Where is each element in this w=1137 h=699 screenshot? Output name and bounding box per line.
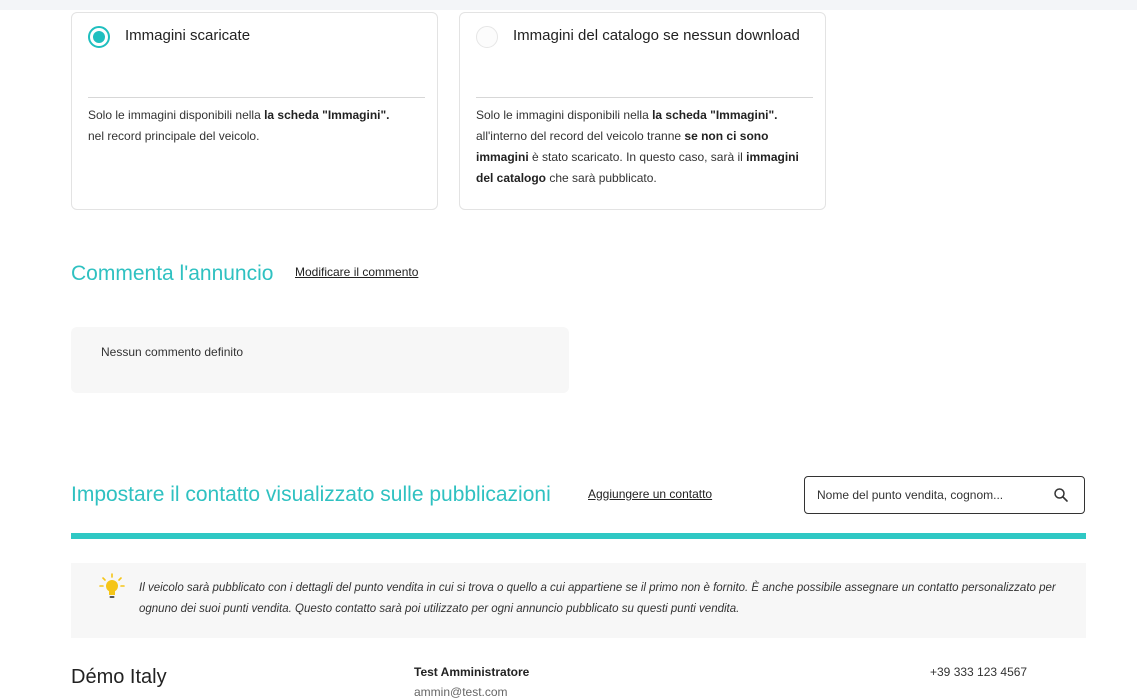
option-title: Immagini scaricate <box>125 27 251 44</box>
contact-email: ammin@test.com <box>414 685 508 699</box>
section-accent-bar <box>71 533 1086 539</box>
lightbulb-icon <box>99 573 125 598</box>
comment-box: Nessun commento definito <box>71 327 569 393</box>
comment-section-title: Commenta l'annuncio <box>71 262 274 285</box>
empty-comment-text: Nessun commento definito <box>101 345 244 359</box>
contact-name: Test Amministratore <box>414 665 530 679</box>
top-bar <box>0 0 1137 10</box>
info-box: Il veicolo sarà pubblicato con i dettagl… <box>71 563 1086 638</box>
divider <box>88 97 425 98</box>
option-card-catalog-images[interactable]: Immagini del catalogo se nessun download… <box>459 12 826 210</box>
option-description: Solo le immagini disponibili nella la sc… <box>88 108 390 143</box>
option-title: Immagini del catalogo se nessun download <box>513 27 800 44</box>
add-contact-link[interactable]: Aggiungere un contatto <box>588 487 712 501</box>
contact-section-title: Impostare il contatto visualizzato sulle… <box>71 483 551 506</box>
edit-comment-link[interactable]: Modificare il commento <box>295 265 418 279</box>
divider <box>476 97 813 98</box>
radio-downloaded-images[interactable] <box>88 26 110 48</box>
contact-phone: +39 333 123 4567 <box>930 665 1028 679</box>
point-of-sale-name: Démo Italy <box>71 666 167 688</box>
search-placeholder: Nome del punto vendita, cognom... <box>817 488 1004 502</box>
search-input[interactable]: Nome del punto vendita, cognom... <box>804 476 1085 514</box>
radio-catalog-images[interactable] <box>476 26 498 48</box>
option-card-downloaded-images[interactable]: Immagini scaricate Solo le immagini disp… <box>71 12 438 210</box>
search-icon[interactable] <box>1053 487 1069 503</box>
info-text: Il veicolo sarà pubblicato con i dettagl… <box>139 582 1056 615</box>
option-description: Solo le immagini disponibili nella la sc… <box>476 108 799 185</box>
